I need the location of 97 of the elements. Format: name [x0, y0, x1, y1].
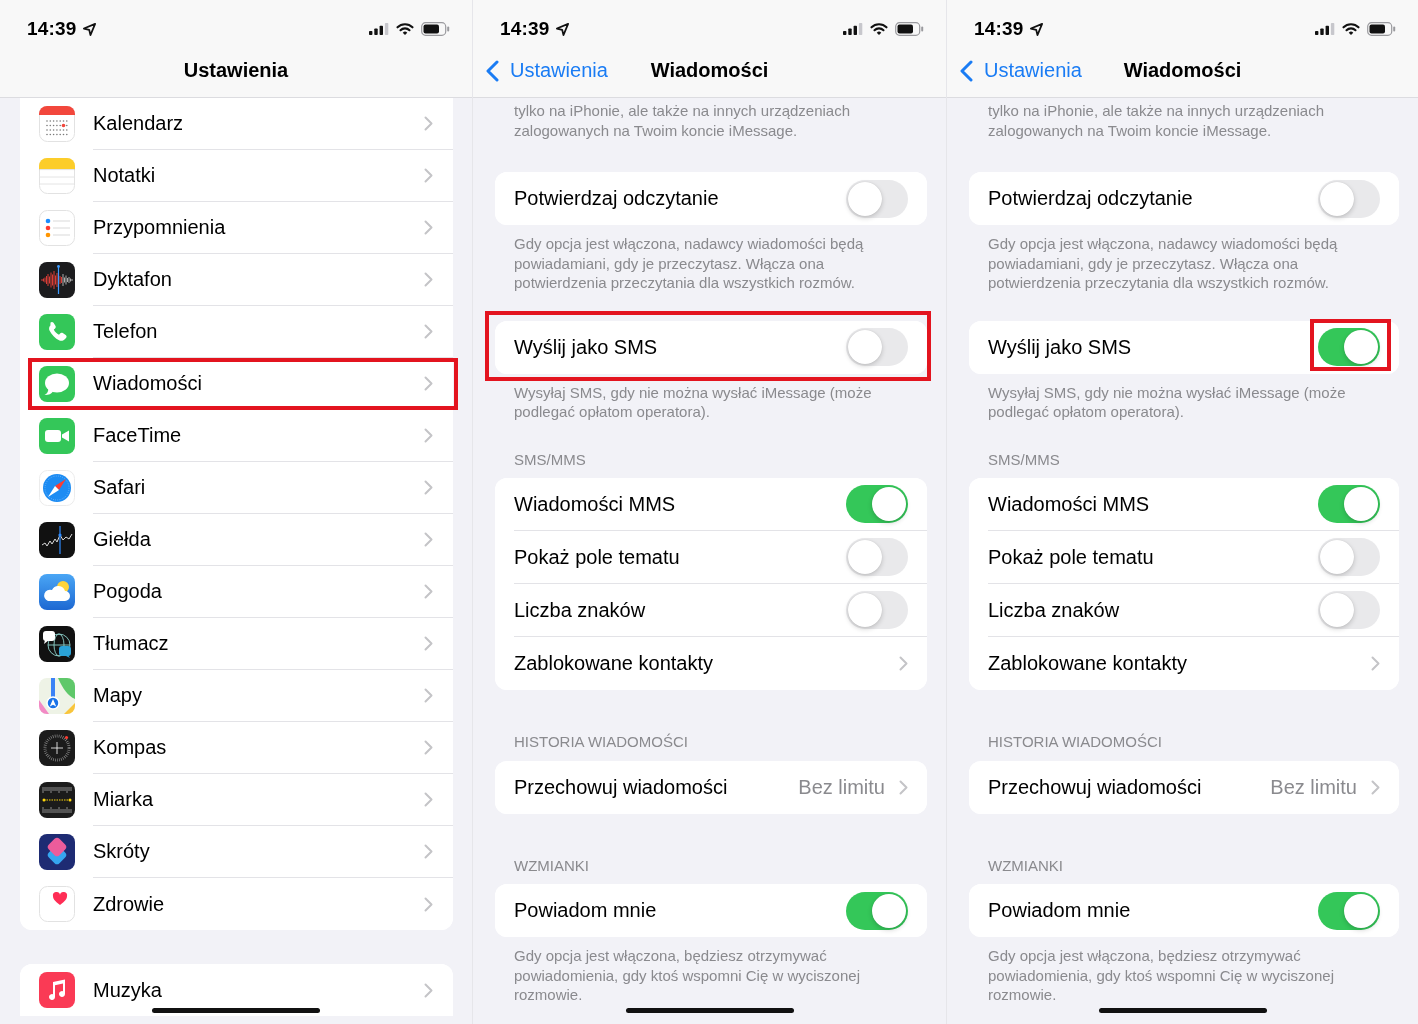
chevron-right-icon: [424, 584, 433, 599]
compass-icon: [39, 470, 75, 506]
chevron-right-icon: [424, 428, 433, 443]
video-camera-icon: [39, 418, 75, 454]
nav-title: Ustawienia: [183, 59, 289, 82]
cloud-sun-icon: [39, 574, 75, 610]
chevron-right-icon: [424, 532, 433, 547]
setting-label: Liczba znaków: [514, 598, 646, 622]
back-button[interactable]: Ustawienia: [960, 59, 1082, 82]
status-time: 14:39: [27, 18, 77, 40]
chevron-right-icon: [424, 844, 433, 859]
setting-label: Wyślij jako SMS: [514, 335, 658, 359]
speech-bubble-icon: [39, 366, 75, 402]
music-note-icon: [39, 972, 75, 1008]
section-header: WZMIANKI: [987, 855, 1064, 876]
setting-label: Pokaż pole tematu: [988, 545, 1154, 569]
description-text: tylko na iPhonie, ale także na innych urządzeniach zalogowanych na Twoim koncie iMessage.: [987, 101, 1326, 140]
setting-label: Potwierdzaj odczytanie: [988, 187, 1193, 210]
chevron-right-icon: [424, 896, 433, 912]
toggle-switch[interactable]: [1318, 538, 1380, 576]
setting-label: Powiadom mnie: [988, 899, 1131, 922]
section-footer: Wysyłaj SMS, gdy nie można wysłać iMessage (może podlegać opłatom operatora).: [495, 373, 927, 422]
wifi-icon: [870, 22, 888, 36]
chevron-right-icon: [424, 376, 433, 391]
chevron-right-icon: [424, 116, 433, 131]
toggle-switch[interactable]: [1318, 179, 1380, 218]
section-header: SMS/MMS: [513, 449, 587, 470]
chevron-right-icon: [424, 740, 433, 755]
setting-label: Wiadomości MMS: [988, 492, 1150, 516]
back-button[interactable]: Ustawienia: [486, 59, 608, 82]
chevron-right-icon: [424, 688, 433, 703]
signal-icon: [1315, 23, 1335, 35]
signal-icon: [369, 23, 389, 35]
setting-label: Liczba znaków: [988, 598, 1120, 622]
setting-label: Wyślij jako SMS: [988, 335, 1132, 359]
chevron-right-icon: [424, 272, 433, 287]
battery-icon: [895, 22, 924, 36]
section-footer: Gdy opcja jest włączona, nadawcy wiadomości będą powiadamiani, gdy je przeczytasz. Włącza ona potwierdzenia przeczytania dla wszystkich rozmów.: [495, 225, 927, 293]
setting-label: Pokaż pole tematu: [514, 545, 680, 569]
section-footer: Gdy opcja jest włączona, będziesz otrzymywać powiadomienia, gdy ktoś wspomni Cię w wyciszonej rozmowie.: [969, 937, 1399, 1005]
checklist-icon: [39, 210, 75, 246]
chevron-right-icon: [899, 779, 908, 795]
toggle-switch[interactable]: [846, 179, 908, 218]
signal-icon: [843, 23, 863, 35]
toggle-switch[interactable]: [846, 328, 908, 366]
battery-icon: [421, 22, 450, 36]
chevron-right-icon: [424, 982, 433, 998]
section-header: HISTORIA WIADOMOŚCI: [513, 732, 689, 752]
section-footer: Gdy opcja jest włączona, nadawcy wiadomości będą powiadamiani, gdy je przeczytasz. Włącza ona potwierdzenia przeczytania dla wszystkich rozmów.: [969, 225, 1399, 293]
location-arrow-icon: [81, 21, 97, 37]
chevron-right-icon: [424, 636, 433, 651]
nav-title: Wiadomości: [650, 59, 769, 82]
layers-icon: [39, 834, 75, 870]
toggle-switch[interactable]: [846, 591, 908, 629]
chevron-right-icon: [424, 480, 433, 495]
section-header: WZMIANKI: [513, 855, 590, 876]
map-icon: [39, 678, 75, 714]
chevron-left-icon: [960, 59, 973, 82]
toggle-switch[interactable]: [1318, 591, 1380, 629]
location-arrow-icon: [1028, 21, 1044, 37]
battery-icon: [1367, 22, 1396, 36]
waveform-icon: [39, 262, 75, 298]
chevron-right-icon: [424, 168, 433, 183]
toggle-switch[interactable]: [1318, 485, 1380, 523]
globe-speech-icon: [39, 626, 75, 662]
chevron-right-icon: [424, 220, 433, 235]
wifi-icon: [1342, 22, 1360, 36]
chevron-right-icon: [1371, 779, 1380, 795]
nav-title: Wiadomości: [1123, 59, 1242, 82]
section-footer: Wysyłaj SMS, gdy nie można wysłać iMessage (może podlegać opłatom operatora).: [969, 373, 1399, 422]
toggle-switch[interactable]: [846, 485, 908, 523]
chevron-right-icon: [899, 656, 908, 671]
section-header: HISTORIA WIADOMOŚCI: [987, 732, 1163, 752]
toggle-switch[interactable]: [846, 538, 908, 576]
ruler-icon: [39, 782, 75, 818]
calendar-icon: [39, 106, 75, 142]
setting-label: Potwierdzaj odczytanie: [514, 187, 719, 210]
section-header: SMS/MMS: [987, 449, 1061, 470]
setting-label: Powiadom mnie: [514, 899, 657, 922]
status-time: 14:39: [974, 18, 1024, 40]
section-footer: Gdy opcja jest włączona, będziesz otrzymywać powiadomienia, gdy ktoś wspomni Cię w wyciszonej rozmowie.: [495, 937, 927, 1005]
compass-dial-icon: [39, 730, 75, 766]
line-chart-icon: [39, 522, 75, 558]
toggle-switch[interactable]: [1318, 891, 1380, 930]
notepad-icon: [39, 158, 75, 194]
toggle-switch[interactable]: [1318, 328, 1380, 366]
location-arrow-icon: [554, 21, 570, 37]
wifi-icon: [396, 22, 414, 36]
toggle-switch[interactable]: [846, 891, 908, 930]
chevron-right-icon: [424, 792, 433, 807]
chevron-right-icon: [1371, 656, 1380, 671]
setting-label: Wiadomości MMS: [514, 492, 676, 516]
chevron-left-icon: [486, 59, 499, 82]
status-time: 14:39: [500, 18, 550, 40]
phone-icon: [39, 314, 75, 350]
description-text: tylko na iPhonie, ale także na innych urządzeniach zalogowanych na Twoim koncie iMessage.: [513, 101, 852, 140]
chevron-right-icon: [424, 324, 433, 339]
